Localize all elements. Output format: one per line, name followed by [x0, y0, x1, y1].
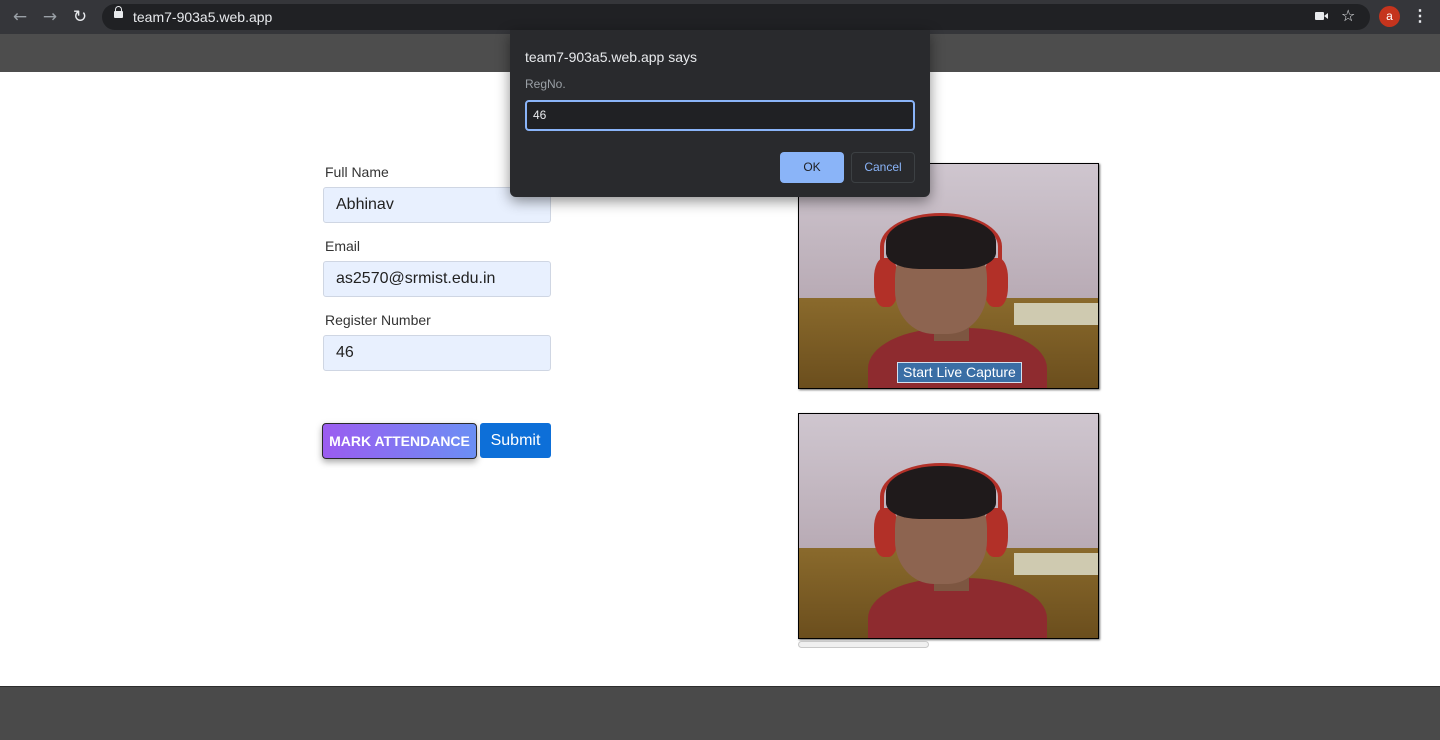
submit-button[interactable]: Submit — [480, 423, 551, 458]
capture-progress-bar — [798, 641, 929, 648]
page-footer — [0, 686, 1440, 740]
cancel-button[interactable]: Cancel — [851, 152, 915, 183]
mark-attendance-button[interactable]: MARK ATTENDANCE — [322, 423, 477, 459]
ok-button[interactable]: OK — [780, 152, 844, 183]
dialog-message: RegNo. — [525, 77, 566, 91]
star-icon[interactable]: ☆ — [1341, 5, 1355, 27]
full-name-label: Full Name — [325, 164, 389, 180]
back-icon[interactable]: ← — [9, 6, 31, 28]
browser-toolbar: ← → ↻ team7-903a5.web.app ☆ a ⋮ — [0, 0, 1440, 34]
address-url: team7-903a5.web.app — [133, 9, 273, 25]
email-label: Email — [325, 238, 361, 254]
email-field[interactable]: as2570@srmist.edu.in — [323, 261, 551, 297]
register-number-label: Register Number — [325, 312, 431, 328]
profile-avatar[interactable]: a — [1379, 6, 1400, 27]
register-number-field[interactable]: 46 — [323, 335, 551, 371]
prompt-dialog: team7-903a5.web.app says RegNo. 46 OK Ca… — [510, 30, 930, 197]
webcam-feed-image — [799, 164, 1098, 388]
dialog-title: team7-903a5.web.app says — [525, 49, 697, 65]
dialog-input[interactable]: 46 — [525, 100, 915, 131]
start-live-capture-button[interactable]: Start Live Capture — [897, 362, 1022, 383]
captured-snapshot — [798, 413, 1099, 639]
address-bar[interactable]: team7-903a5.web.app — [102, 4, 1370, 30]
camera-icon[interactable] — [1315, 12, 1328, 20]
lock-icon — [114, 6, 123, 18]
snapshot-image — [799, 414, 1098, 638]
forward-icon[interactable]: → — [39, 6, 61, 28]
browser-menu-icon[interactable]: ⋮ — [1412, 6, 1428, 28]
reload-icon[interactable]: ↻ — [69, 6, 91, 28]
